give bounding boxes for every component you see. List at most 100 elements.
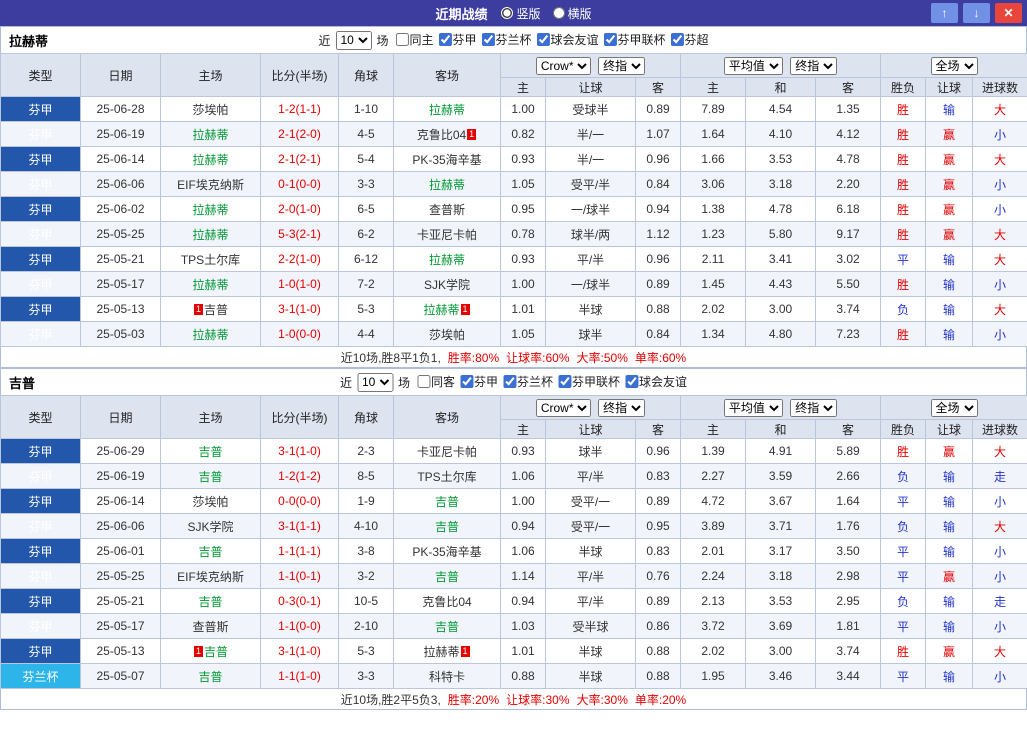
cell-avg-away: 2.98 <box>815 563 882 589</box>
cell-handicap: 半/一 <box>545 146 636 172</box>
window-buttons: ↑ ↓ ✕ <box>931 3 1022 23</box>
cell-result-goals: 走 <box>972 463 1027 489</box>
cell-avg-home: 2.01 <box>680 538 747 564</box>
avg-select[interactable]: 平均值 <box>723 398 783 417</box>
close-button[interactable]: ✕ <box>995 3 1022 23</box>
cell-league: 芬甲 <box>0 296 81 322</box>
cell-odds-away: 0.96 <box>634 246 682 272</box>
cell-away-team: 科特卡 <box>393 663 501 689</box>
cell-result-handicap: 输 <box>925 588 974 614</box>
filter-checkbox[interactable]: 球会友谊 <box>536 31 599 48</box>
scope-select[interactable]: 全场 <box>930 56 978 75</box>
team-name: PK-35海辛基 <box>412 544 482 559</box>
team-name: 拉赫蒂 <box>192 277 229 292</box>
layout-radio-vertical[interactable]: 竖版 <box>501 5 541 22</box>
cell-league: 芬甲 <box>0 638 81 664</box>
scroll-up-button[interactable]: ↑ <box>931 3 958 23</box>
filter-checkbox[interactable]: 芬甲 <box>438 31 477 48</box>
avg-select[interactable]: 平均值 <box>723 56 783 75</box>
cell-odds-home: 0.94 <box>500 513 546 539</box>
cell-avg-away: 3.74 <box>815 296 882 322</box>
summary-stat: 胜率:80% <box>447 350 500 365</box>
filter-checkbox[interactable]: 芬甲 <box>459 373 498 390</box>
team-name: 吉普 <box>198 444 223 459</box>
checkbox-input[interactable] <box>558 375 572 388</box>
col-handicap-result: 让球 <box>925 419 974 439</box>
cell-avg-draw: 4.78 <box>745 196 817 222</box>
cell-corners: 5-4 <box>338 146 394 172</box>
cell-home-team: 吉普 <box>160 463 261 489</box>
checkbox-input[interactable] <box>459 375 473 388</box>
checkbox-input[interactable] <box>625 375 639 388</box>
scroll-down-button[interactable]: ↓ <box>963 3 990 23</box>
cell-odds-home: 1.00 <box>500 271 546 297</box>
team-title: 吉普 <box>9 375 36 391</box>
filter-checkbox[interactable]: 芬甲联杯 <box>603 31 666 48</box>
radio-horizontal-label: 横版 <box>567 6 592 21</box>
red-card-badge: 1 <box>460 645 470 657</box>
recent-count-select[interactable]: 10 <box>335 30 372 50</box>
cell-handicap: 半球 <box>545 638 636 664</box>
team-title: 拉赫蒂 <box>9 33 49 49</box>
radio-vertical-label: 竖版 <box>516 6 541 21</box>
cell-handicap: 球半/两 <box>545 221 636 247</box>
filter-checkbox[interactable]: 芬兰杯 <box>481 31 532 48</box>
checkbox-input[interactable] <box>395 33 409 46</box>
odds-company-select[interactable]: Crow* <box>535 398 591 417</box>
filter-checkbox[interactable]: 芬兰杯 <box>503 373 553 390</box>
layout-radio-horizontal[interactable]: 横版 <box>552 5 592 22</box>
cell-handicap: 一/球半 <box>545 196 636 222</box>
team-name: 吉普 <box>198 544 223 559</box>
odds-time-select[interactable]: 终指 <box>598 398 646 417</box>
checkbox-input[interactable] <box>670 33 684 46</box>
filter-checkbox[interactable]: 芬超 <box>670 31 709 48</box>
cell-avg-home: 2.11 <box>680 246 747 272</box>
cell-date: 25-06-14 <box>80 146 161 172</box>
cell-result-goals: 小 <box>972 196 1027 222</box>
cell-handicap: 受平/一 <box>545 513 636 539</box>
match-row: 芬甲 25-05-21 TPS土尔库 2-2(1-0) 6-12 拉赫蒂 0.93 平/半 0.… <box>0 246 1027 272</box>
col-odds-away: 客 <box>634 77 682 97</box>
cell-avg-home: 2.24 <box>680 563 747 589</box>
filter-checkbox[interactable]: 球会友谊 <box>625 373 687 390</box>
odds-group-header: Crow* 终指 <box>499 395 682 420</box>
checkbox-input[interactable] <box>438 33 452 46</box>
recent-count-select[interactable]: 10 <box>356 372 393 392</box>
odds-company-select[interactable]: Crow* <box>535 56 591 75</box>
cell-avg-draw: 3.18 <box>745 171 817 197</box>
checkbox-input[interactable] <box>603 33 617 46</box>
checkbox-input[interactable] <box>536 33 550 46</box>
cell-home-team: 吉普 <box>160 538 261 564</box>
cell-avg-away: 1.64 <box>815 488 882 514</box>
checkbox-input[interactable] <box>503 375 517 388</box>
cell-result-goals: 小 <box>972 121 1027 147</box>
avg-time-select[interactable]: 终指 <box>790 56 838 75</box>
cell-odds-home: 1.00 <box>500 488 546 514</box>
cell-score: 1-2(1-1) <box>260 96 339 122</box>
filter-checkbox[interactable]: 同客 <box>416 373 455 390</box>
checkbox-input[interactable] <box>481 33 495 46</box>
cell-corners: 6-5 <box>338 196 394 222</box>
cell-avg-home: 1.38 <box>680 196 747 222</box>
cell-avg-home: 1.66 <box>680 146 747 172</box>
team-name: 拉赫蒂 <box>428 102 465 117</box>
col-avg-home: 主 <box>680 77 747 97</box>
radio-horizontal-input[interactable] <box>552 7 565 19</box>
filter-checkbox[interactable]: 同主 <box>395 31 433 48</box>
cell-result-handicap: 输 <box>925 463 974 489</box>
cell-result-goals: 大 <box>972 246 1027 272</box>
summary-stat: 让球率:30% <box>506 692 570 707</box>
avg-time-select[interactable]: 终指 <box>790 398 838 417</box>
cell-odds-home: 0.93 <box>500 246 546 272</box>
checkbox-input[interactable] <box>416 375 430 388</box>
radio-vertical-input[interactable] <box>501 7 514 19</box>
filter-checkbox[interactable]: 芬甲联杯 <box>558 373 620 390</box>
cell-avg-draw: 3.00 <box>745 638 817 664</box>
col-odds-away: 客 <box>634 419 682 439</box>
cell-league: 芬甲 <box>0 96 81 122</box>
scope-select[interactable]: 全场 <box>930 398 978 417</box>
cell-home-team: 拉赫蒂 <box>160 121 261 147</box>
cell-corners: 5-3 <box>338 296 394 322</box>
odds-time-select[interactable]: 终指 <box>598 56 646 75</box>
cell-league: 芬甲 <box>0 563 81 589</box>
